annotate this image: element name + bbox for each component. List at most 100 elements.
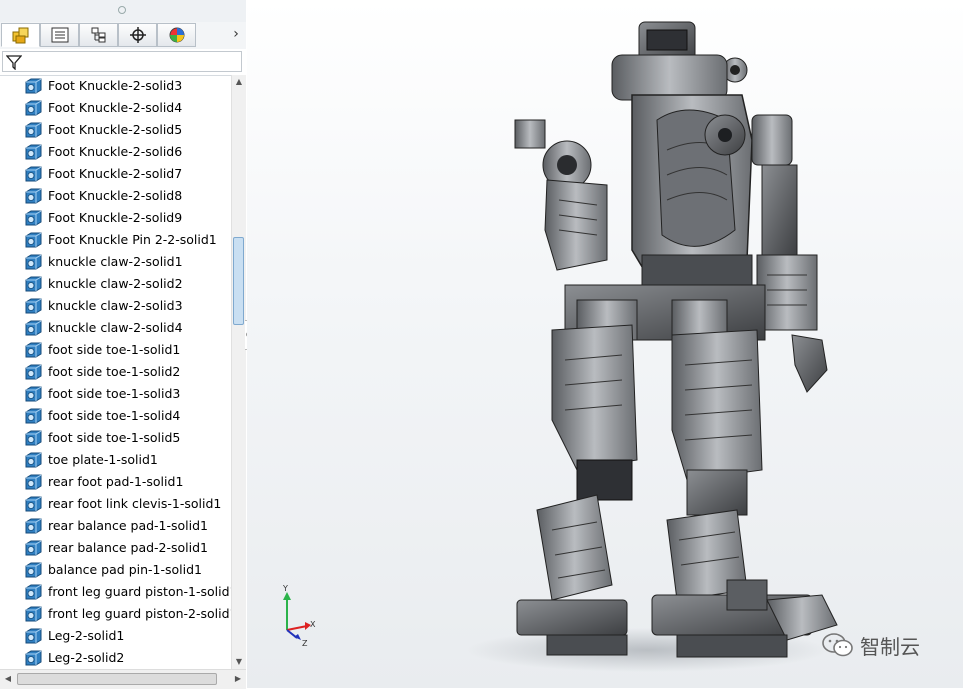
triad-z-label: Z xyxy=(302,639,308,648)
scroll-left-icon[interactable]: ◀ xyxy=(1,672,15,686)
tree-item-label: foot side toe-1-solid3 xyxy=(48,386,181,401)
solid-body-icon xyxy=(25,342,42,358)
tree-item[interactable]: knuckle claw-2-solid2 xyxy=(0,273,231,295)
tree-item-label: Foot Knuckle-2-solid4 xyxy=(48,100,183,115)
solid-body-icon xyxy=(25,122,42,138)
wechat-icon xyxy=(822,633,853,657)
tree-item[interactable]: foot side toe-1-solid5 xyxy=(0,427,231,449)
solid-body-icon xyxy=(25,232,42,248)
solid-body-icon xyxy=(25,474,42,490)
watermark-text: 智制云 xyxy=(860,634,920,659)
tree-filter-input[interactable] xyxy=(2,51,242,72)
horizontal-scroll-thumb[interactable] xyxy=(17,673,217,685)
tree-item[interactable]: foot side toe-1-solid2 xyxy=(0,361,231,383)
solid-body-icon xyxy=(25,408,42,424)
tabs-scroll-right-icon[interactable]: › xyxy=(228,26,244,44)
tree-item-label: toe plate-1-solid1 xyxy=(48,452,158,467)
tab-dimxpert[interactable] xyxy=(118,23,157,47)
grip-dot xyxy=(118,6,126,14)
tree-vertical-scrollbar[interactable]: ▲ ▼ xyxy=(231,75,246,669)
tree-item-label: rear foot link clevis-1-solid1 xyxy=(48,496,222,511)
tree-item[interactable]: foot side toe-1-solid3 xyxy=(0,383,231,405)
property-list-icon xyxy=(51,27,68,43)
tree-item[interactable]: Leg-2-solid2 xyxy=(0,647,231,669)
tab-configuration-manager[interactable] xyxy=(79,23,118,47)
solid-body-icon xyxy=(25,320,42,336)
tree-item-label: foot side toe-1-solid1 xyxy=(48,342,181,357)
robot-leg-left xyxy=(516,324,638,656)
filter-bar xyxy=(0,49,246,76)
assembly-icon xyxy=(12,27,28,44)
tree-item-label: Foot Knuckle-2-solid9 xyxy=(48,210,183,225)
tree-item[interactable]: Foot Knuckle-2-solid8 xyxy=(0,185,231,207)
solid-body-icon xyxy=(25,518,42,534)
tree-item[interactable]: knuckle claw-2-solid1 xyxy=(0,251,231,273)
robot-torso xyxy=(631,94,753,301)
tree-item[interactable]: Foot Knuckle-2-solid4 xyxy=(0,97,231,119)
watermark: 智制云 xyxy=(822,630,920,660)
solid-body-icon xyxy=(25,496,42,512)
tree-item[interactable]: rear foot pad-1-solid1 xyxy=(0,471,231,493)
tree-item[interactable]: Foot Knuckle-2-solid5 xyxy=(0,119,231,141)
triad-y-label: Y xyxy=(282,584,288,593)
tree-item[interactable]: Foot Knuckle-2-solid3 xyxy=(0,75,231,97)
tree-item[interactable]: foot side toe-1-solid1 xyxy=(0,339,231,361)
tree-item-label: balance pad pin-1-solid1 xyxy=(48,562,202,577)
solid-body-icon xyxy=(25,452,42,468)
solid-body-icon xyxy=(25,276,42,292)
tree-item[interactable]: balance pad pin-1-solid1 xyxy=(0,559,231,581)
tree-item[interactable]: front leg guard piston-2-solid1 xyxy=(0,603,231,625)
robot-model: Y X Z xyxy=(282,21,838,672)
tree-item-label: foot side toe-1-solid2 xyxy=(48,364,181,379)
tree-item[interactable]: knuckle claw-2-solid4 xyxy=(0,317,231,339)
solid-body-icon xyxy=(25,210,42,226)
tab-property-manager[interactable] xyxy=(40,23,79,47)
solid-body-icon xyxy=(25,606,42,622)
tree-item[interactable]: Foot Knuckle-2-solid6 xyxy=(0,141,231,163)
tree-item[interactable]: foot side toe-1-solid4 xyxy=(0,405,231,427)
solid-body-icon xyxy=(25,562,42,578)
scroll-down-icon[interactable]: ▼ xyxy=(232,655,246,669)
tab-display-manager[interactable] xyxy=(157,23,196,47)
appearance-icon xyxy=(169,27,184,43)
tree-item[interactable]: knuckle claw-2-solid3 xyxy=(0,295,231,317)
panel-grip[interactable] xyxy=(0,0,246,23)
tree-item[interactable]: front leg guard piston-1-solid1 xyxy=(0,581,231,603)
solid-body-icon xyxy=(25,628,42,644)
solid-body-icon xyxy=(25,386,42,402)
solid-body-icon xyxy=(25,364,42,380)
graphics-viewport[interactable]: Y X Z xyxy=(247,0,963,688)
tree-item-label: Leg-2-solid1 xyxy=(48,628,125,643)
tree-horizontal-scrollbar[interactable]: ◀ ▶ xyxy=(0,669,246,689)
tree-item-label: knuckle claw-2-solid2 xyxy=(48,276,183,291)
triad-x-label: X xyxy=(310,620,316,629)
vertical-scroll-thumb[interactable] xyxy=(233,237,244,325)
tree-item[interactable]: rear balance pad-1-solid1 xyxy=(0,515,231,537)
feature-tree-list: Foot Knuckle-2-solid3 Foot Knuckle-2-soli… xyxy=(0,75,231,669)
solid-body-icon xyxy=(25,430,42,446)
scroll-up-icon[interactable]: ▲ xyxy=(232,75,246,89)
solid-body-icon xyxy=(25,144,42,160)
tree-item[interactable]: Leg-2-solid1 xyxy=(0,625,231,647)
tree-item[interactable]: rear foot link clevis-1-solid1 xyxy=(0,493,231,515)
tree-item-label: rear balance pad-2-solid1 xyxy=(48,540,209,555)
tree-item-label: knuckle claw-2-solid3 xyxy=(48,298,183,313)
tree-item[interactable]: Foot Knuckle-2-solid7 xyxy=(0,163,231,185)
robot-arm-right xyxy=(751,114,828,393)
configuration-icon xyxy=(91,27,105,43)
coordinate-triad: Y X Z xyxy=(282,584,316,648)
tree-item[interactable]: Foot Knuckle Pin 2-2-solid1 xyxy=(0,229,231,251)
tab-feature-manager[interactable] xyxy=(1,23,40,47)
tree-item-label: Foot Knuckle-2-solid3 xyxy=(48,78,183,93)
tree-item-label: knuckle claw-2-solid4 xyxy=(48,320,183,335)
tree-item-label: knuckle claw-2-solid1 xyxy=(48,254,183,269)
solid-body-icon xyxy=(25,166,42,182)
tree-item[interactable]: rear balance pad-2-solid1 xyxy=(0,537,231,559)
tree-item[interactable]: Foot Knuckle-2-solid9 xyxy=(0,207,231,229)
feature-manager-panel: › Foot Knuckle-2-solid3 Foot Knuckle-2-so… xyxy=(0,0,246,689)
robot-arm-left xyxy=(514,119,608,271)
solid-body-icon xyxy=(25,584,42,600)
tree-item[interactable]: toe plate-1-solid1 xyxy=(0,449,231,471)
solid-body-icon xyxy=(25,298,42,314)
scroll-right-icon[interactable]: ▶ xyxy=(231,672,245,686)
